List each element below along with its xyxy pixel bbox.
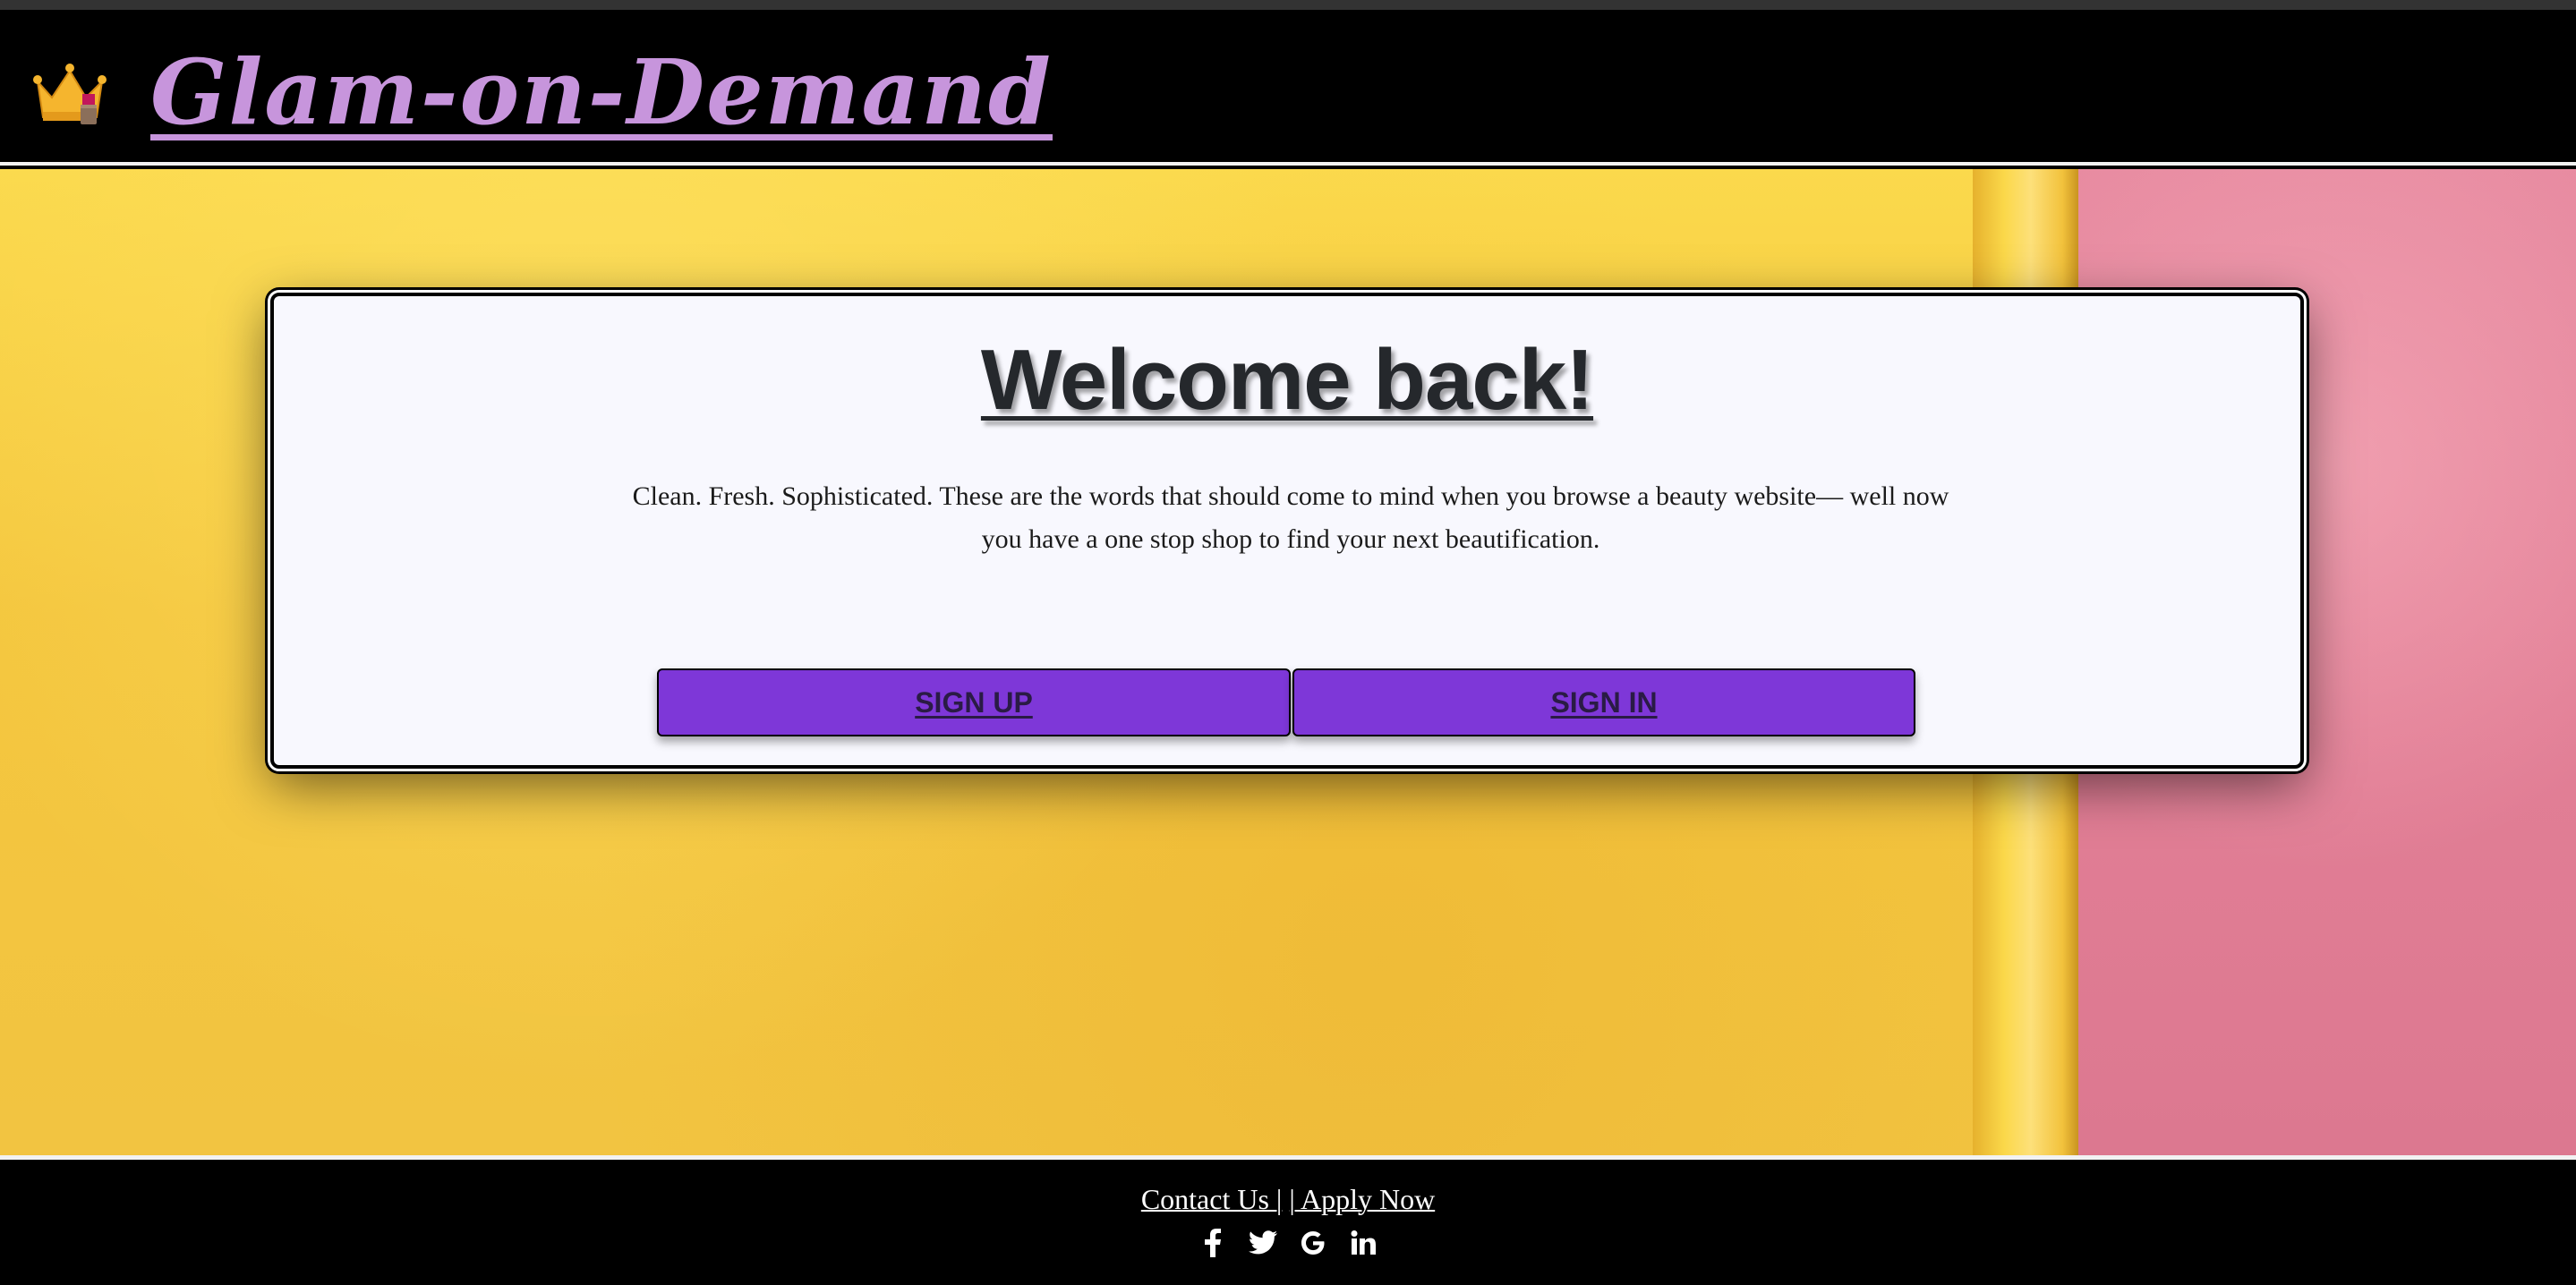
google-icon[interactable] <box>1298 1228 1328 1258</box>
twitter-icon[interactable] <box>1248 1228 1278 1258</box>
social-links <box>1198 1228 1378 1258</box>
welcome-card: Welcome back! Clean. Fresh. Sophisticate… <box>268 290 2307 771</box>
sign-in-button[interactable]: SIGN IN <box>1292 668 1915 736</box>
footer-links: Contact Us | | Apply Now <box>0 1179 2576 1219</box>
apply-now-link[interactable]: | Apply Now <box>1289 1183 1435 1215</box>
site-header: Glam-on-Demand <box>0 10 2576 166</box>
site-footer: Contact Us | | Apply Now <box>0 1155 2576 1285</box>
welcome-description: Clean. Fresh. Sophisticated. These are t… <box>632 481 1949 554</box>
linkedin-icon[interactable] <box>1348 1228 1378 1258</box>
crown-lipstick-icon <box>33 64 107 124</box>
facebook-icon[interactable] <box>1198 1228 1228 1258</box>
hero-section: Welcome back! Clean. Fresh. Sophisticate… <box>0 169 2576 1155</box>
brand-title-link[interactable]: Glam-on-Demand <box>150 30 1053 155</box>
sign-up-button[interactable]: SIGN UP <box>657 668 1291 736</box>
browser-top-strip <box>0 0 2576 10</box>
contact-us-link[interactable]: Contact Us | <box>1141 1183 1283 1215</box>
welcome-heading: Welcome back! <box>980 332 1594 428</box>
